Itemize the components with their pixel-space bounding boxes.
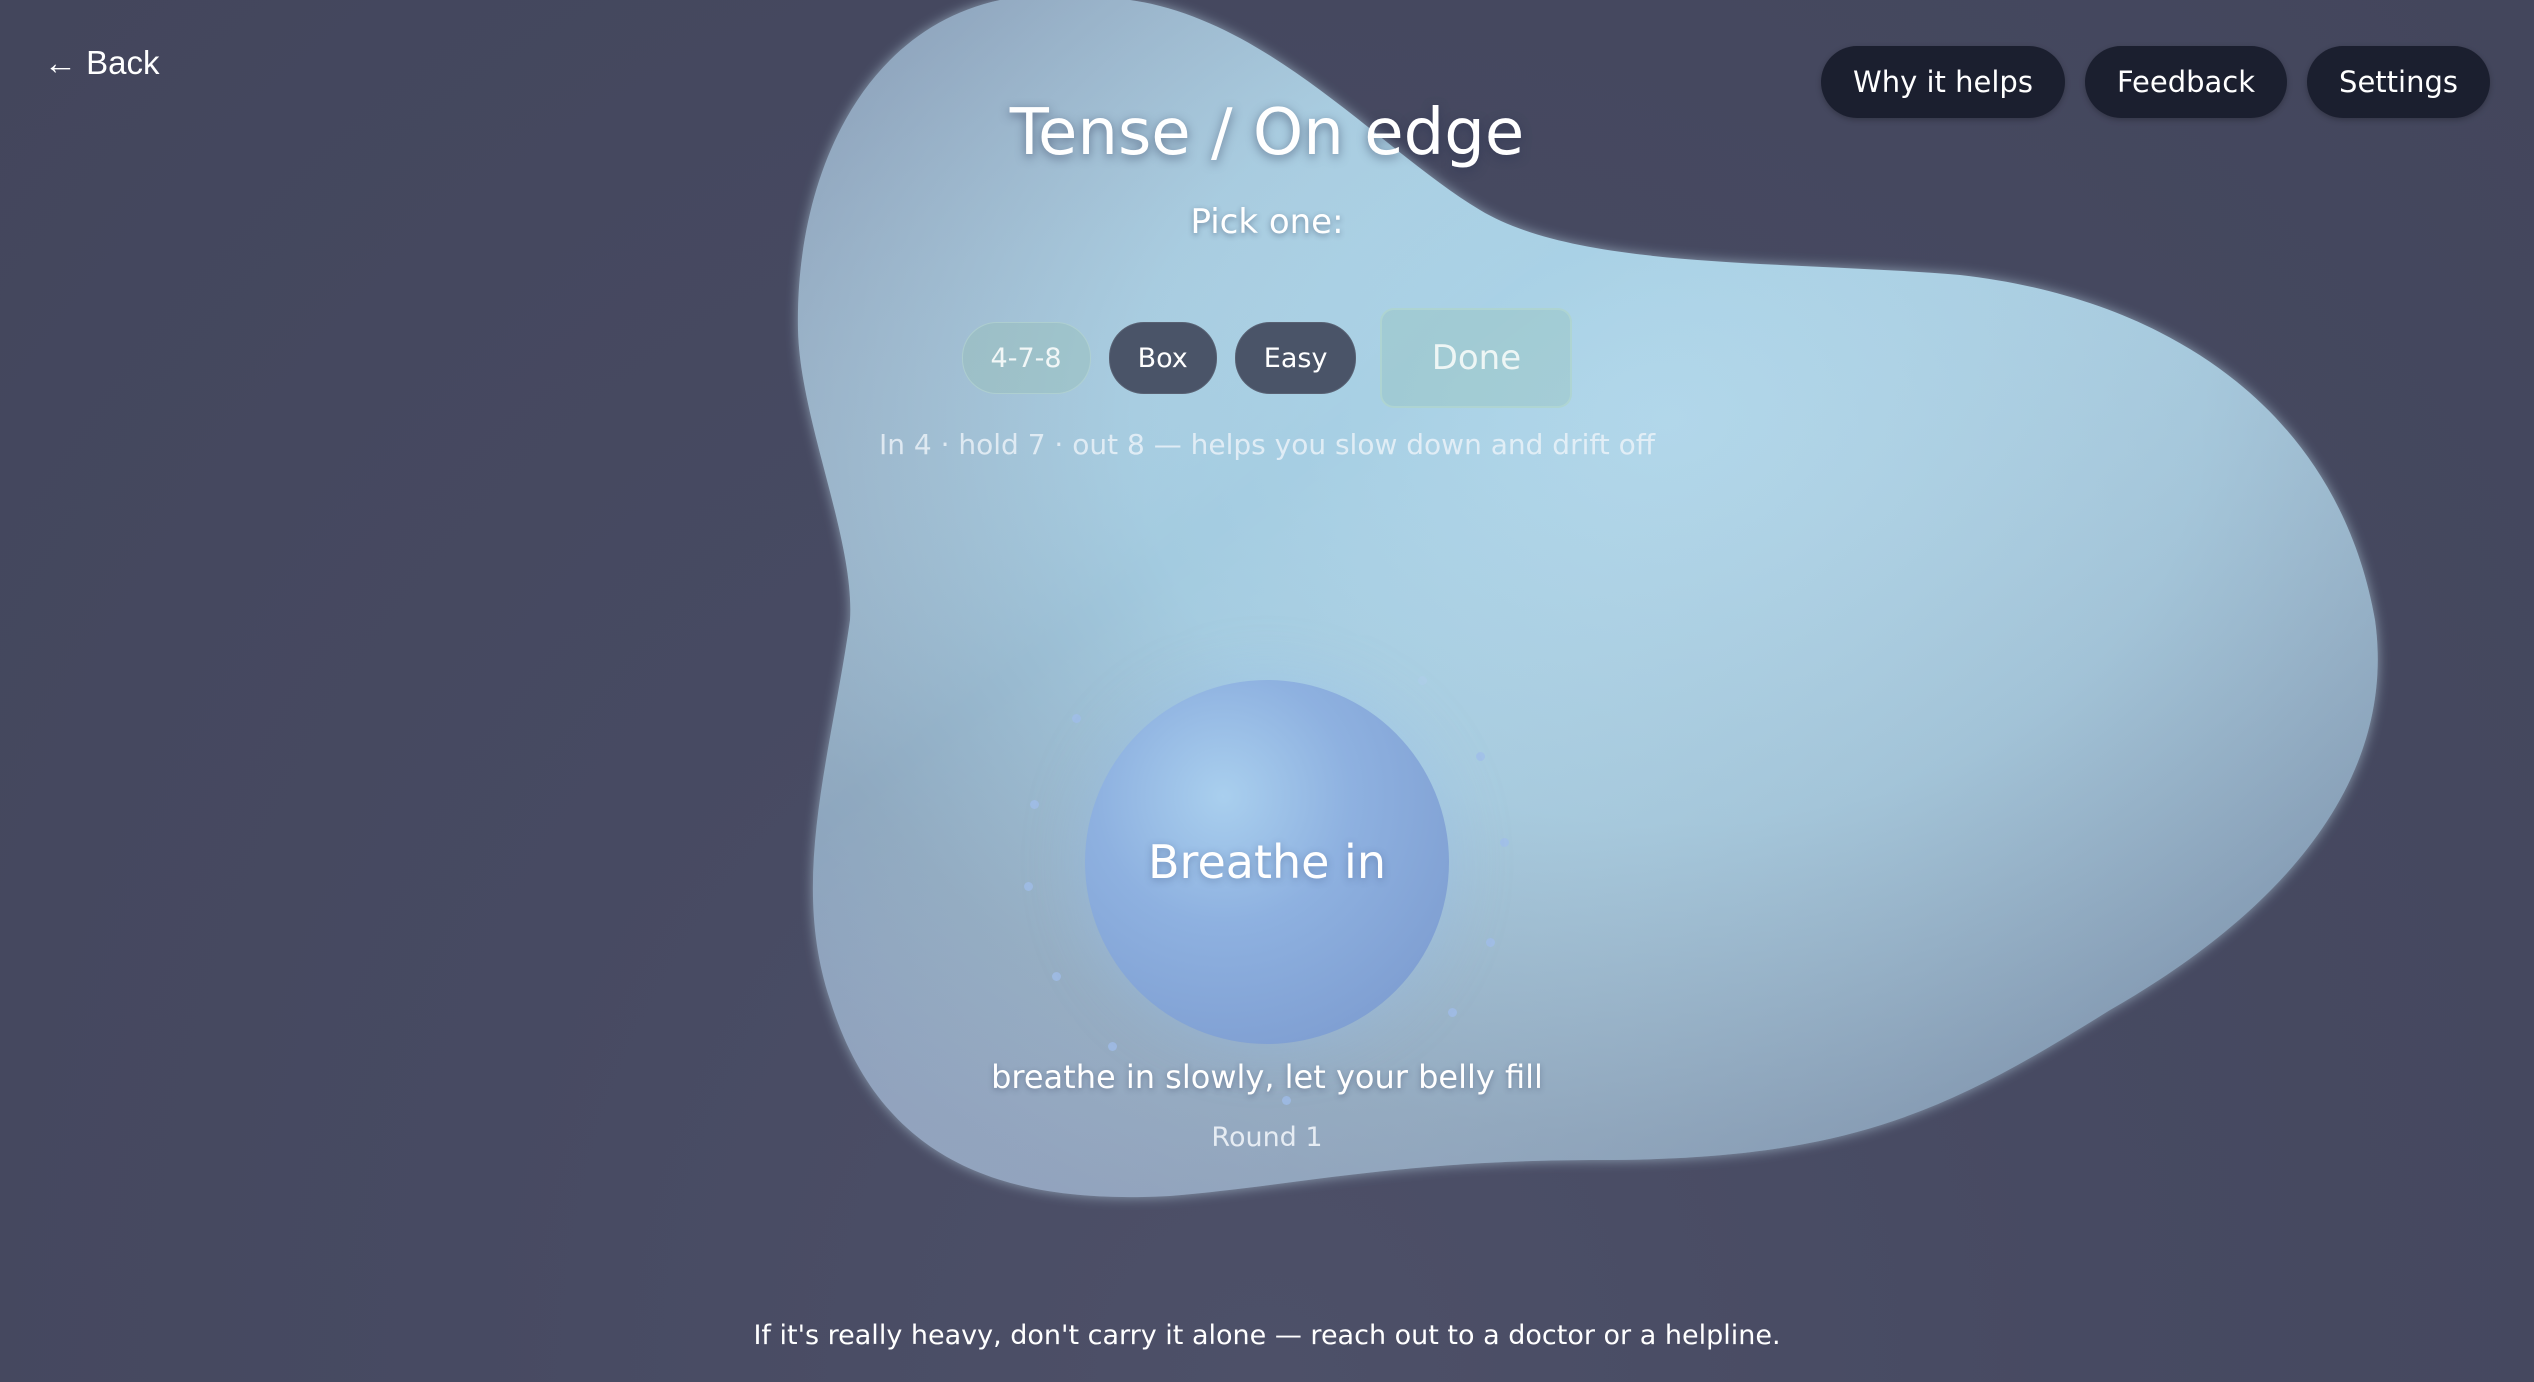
back-label: ← Back	[44, 44, 160, 81]
pattern-option-4-7-8[interactable]: 4-7-8	[961, 322, 1091, 394]
page-title: Tense / On edge	[1009, 96, 1525, 170]
footer-helpline-note: If it's really heavy, don't carry it alo…	[753, 1320, 1781, 1351]
particle-dot	[1486, 938, 1495, 947]
particle-dot	[1024, 882, 1033, 891]
page-subtitle: Pick one:	[1190, 202, 1344, 242]
breath-phase-label: Breathe in	[1148, 835, 1386, 889]
particle-dot	[1500, 838, 1509, 847]
round-counter: Round 1	[1211, 1122, 1323, 1153]
particle-dot	[1072, 714, 1081, 723]
particle-dot	[1052, 972, 1061, 981]
pattern-description: In 4 · hold 7 · out 8 — helps you slow d…	[878, 428, 1656, 461]
particle-dot	[1476, 752, 1485, 761]
back-button[interactable]: ← Back	[44, 44, 160, 82]
breath-instruction: breathe in slowly, let your belly fill	[991, 1058, 1543, 1096]
breathing-circle: Breathe in	[1085, 680, 1449, 1044]
done-button[interactable]: Done	[1380, 308, 1573, 408]
pattern-option-easy[interactable]: Easy	[1234, 322, 1357, 394]
particle-dot	[1108, 1042, 1117, 1051]
pattern-selector: 4-7-8 Box Easy Done	[0, 308, 2534, 408]
particle-dot	[1282, 1096, 1291, 1105]
pattern-option-box[interactable]: Box	[1108, 322, 1217, 394]
particle-dot	[1418, 676, 1427, 685]
particle-dot	[1030, 800, 1039, 809]
particle-dot	[1448, 1008, 1457, 1017]
